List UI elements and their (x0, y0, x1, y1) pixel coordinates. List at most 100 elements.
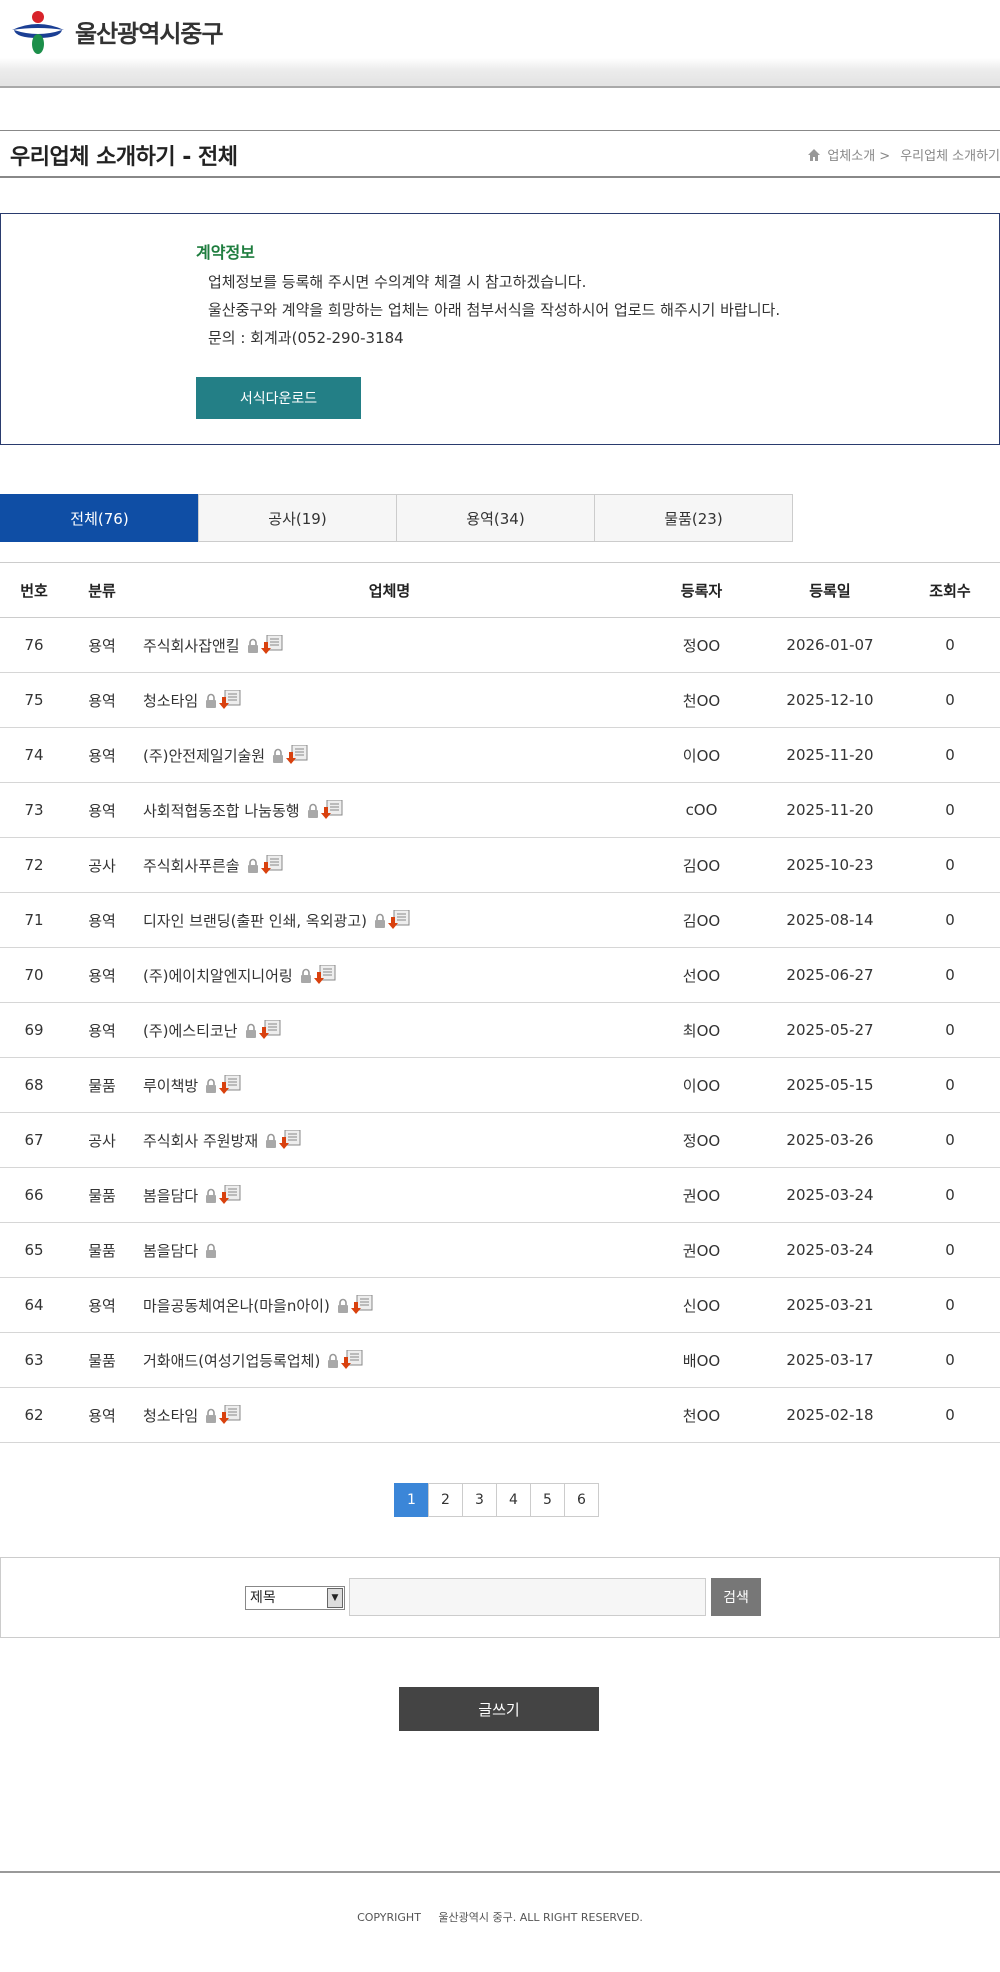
tab-goods[interactable]: 물품(23) (594, 494, 793, 542)
site-logo-icon[interactable] (10, 8, 66, 56)
row-number: 63 (24, 1351, 44, 1369)
row-company-link[interactable]: 주식회사푸른솔 (143, 855, 240, 876)
table-row: 64 용역 마을공동체여온나(마을n아이) 신OO 2025-03-21 0 (0, 1278, 1000, 1333)
row-category: 용역 (88, 801, 116, 820)
file-download-icon[interactable] (313, 964, 336, 985)
row-author: 김OO (682, 856, 721, 875)
row-number: 70 (24, 966, 44, 984)
lock-icon (265, 1133, 277, 1148)
search-field-select[interactable]: 제목 ▼ (245, 1586, 345, 1610)
info-line: 업체정보를 등록해 주시면 수의계약 체결 시 참고하겠습니다. (208, 273, 587, 291)
form-download-button[interactable]: 서식다운로드 (196, 377, 361, 419)
search-button[interactable]: 검색 (711, 1578, 761, 1616)
file-download-icon[interactable] (341, 1349, 363, 1370)
row-date: 2025-03-26 (786, 1131, 874, 1149)
row-views: 0 (945, 1186, 955, 1204)
row-company-link[interactable]: 루이책방 (143, 1075, 198, 1096)
file-download-icon[interactable] (219, 1404, 241, 1425)
breadcrumb-item-company-intro[interactable]: 업체소개 > (827, 145, 890, 164)
row-category: 용역 (88, 1296, 116, 1315)
site-footer: COPYRIGHT 울산광역시 중구. ALL RIGHT RESERVED. (0, 1871, 1000, 1972)
chevron-down-icon[interactable]: ▼ (327, 1588, 343, 1608)
file-download-icon[interactable] (260, 634, 283, 655)
file-download-icon[interactable] (387, 909, 410, 930)
row-company-link[interactable]: (주)에스티코난 (143, 1020, 238, 1041)
file-download-icon[interactable] (219, 1074, 241, 1095)
lock-icon (327, 1353, 339, 1368)
row-company-link[interactable]: 주식회사잡앤킬 (143, 635, 240, 656)
file-download-icon[interactable] (286, 744, 308, 765)
row-company-link[interactable]: (주)안전제일기술원 (143, 745, 265, 766)
row-views: 0 (945, 856, 955, 874)
row-category: 용역 (88, 636, 116, 655)
site-header: 울산광역시중구 (0, 0, 1000, 88)
file-download-icon[interactable] (279, 1129, 301, 1150)
row-company-link[interactable]: 마을공동체여온나(마을n아이) (143, 1295, 330, 1316)
file-download-icon[interactable] (219, 1184, 241, 1205)
col-number-header: 번호 (20, 581, 48, 600)
info-line: 문의 : 회계과(052-290-3184 (208, 329, 404, 347)
row-company-link[interactable]: 거화애드(여성기업등록업체) (143, 1350, 320, 1371)
breadcrumb-item-current[interactable]: 우리업체 소개하기 (900, 145, 1000, 164)
row-views: 0 (945, 1296, 955, 1314)
row-number: 62 (24, 1406, 44, 1424)
row-category: 용역 (88, 746, 116, 765)
page-6[interactable]: 6 (564, 1483, 599, 1517)
lock-icon (205, 1243, 217, 1258)
file-download-icon[interactable] (320, 799, 343, 820)
page-title: 우리업체 소개하기 - 전체 (10, 145, 238, 170)
page-5[interactable]: 5 (530, 1483, 565, 1517)
row-company-link[interactable]: (주)에이치알엔지니어링 (143, 965, 293, 986)
row-category: 물품 (88, 1186, 116, 1205)
file-download-icon[interactable] (219, 689, 241, 710)
table-row: 67 공사 주식회사 주원방재 정OO 2025-03-26 0 (0, 1113, 1000, 1168)
row-number: 68 (24, 1076, 44, 1094)
write-button[interactable]: 글쓰기 (399, 1687, 599, 1731)
row-company-link[interactable]: 청소타임 (143, 1405, 198, 1426)
row-company-link[interactable]: 사회적협동조합 나눔동행 (143, 800, 300, 821)
file-download-icon[interactable] (260, 854, 283, 875)
row-company-cell: 청소타임 (136, 689, 643, 711)
lock-icon (337, 1298, 349, 1313)
row-category: 용역 (88, 911, 116, 930)
tab-service[interactable]: 용역(34) (396, 494, 595, 542)
home-icon[interactable] (807, 148, 821, 162)
page-4[interactable]: 4 (496, 1483, 531, 1517)
row-author: 배OO (682, 1351, 721, 1370)
table-row: 73 용역 사회적협동조합 나눔동행 cOO 2025-11-20 0 (0, 783, 1000, 838)
tab-construction[interactable]: 공사(19) (198, 494, 397, 542)
breadcrumb: 업체소개 > 우리업체 소개하기 (807, 145, 1000, 164)
row-author: 권OO (682, 1241, 721, 1260)
page-1[interactable]: 1 (394, 1483, 429, 1517)
row-company-link[interactable]: 청소타임 (143, 690, 198, 711)
lock-icon (374, 913, 386, 928)
file-download-icon[interactable] (350, 1294, 373, 1315)
row-company-cell: (주)안전제일기술원 (136, 744, 643, 766)
row-company-link[interactable]: 봄을담다 (143, 1240, 198, 1261)
contract-info-box: 계약정보 업체정보를 등록해 주시면 수의계약 체결 시 참고하겠습니다. 울산… (0, 213, 1000, 445)
row-company-link[interactable]: 디자인 브랜딩(출판 인쇄, 옥외광고) (143, 910, 367, 931)
site-name[interactable]: 울산광역시중구 (75, 14, 224, 49)
row-views: 0 (945, 691, 955, 709)
row-author: 천OO (682, 691, 721, 710)
table-row: 70 용역 (주)에이치알엔지니어링 선OO 2025-06-27 0 (0, 948, 1000, 1003)
page-3[interactable]: 3 (462, 1483, 497, 1517)
row-author: 권OO (682, 1186, 721, 1205)
search-input[interactable] (349, 1578, 706, 1616)
search-box: 제목 ▼ 검색 (0, 1557, 1000, 1638)
row-company-cell: 마을공동체여온나(마을n아이) (136, 1294, 643, 1316)
row-views: 0 (945, 1021, 955, 1039)
row-company-cell: 봄을담다 (136, 1240, 643, 1261)
col-date-header: 등록일 (809, 581, 851, 600)
row-category: 물품 (88, 1076, 116, 1095)
contract-info-title: 계약정보 (196, 243, 255, 262)
row-date: 2025-03-24 (786, 1186, 874, 1204)
file-download-icon[interactable] (258, 1019, 281, 1040)
row-company-link[interactable]: 주식회사 주원방재 (143, 1130, 258, 1151)
row-number: 64 (24, 1296, 44, 1314)
page-2[interactable]: 2 (428, 1483, 463, 1517)
row-views: 0 (945, 911, 955, 929)
row-company-cell: (주)에스티코난 (136, 1019, 643, 1041)
row-company-link[interactable]: 봄을담다 (143, 1185, 198, 1206)
tab-all[interactable]: 전체(76) (0, 494, 199, 542)
